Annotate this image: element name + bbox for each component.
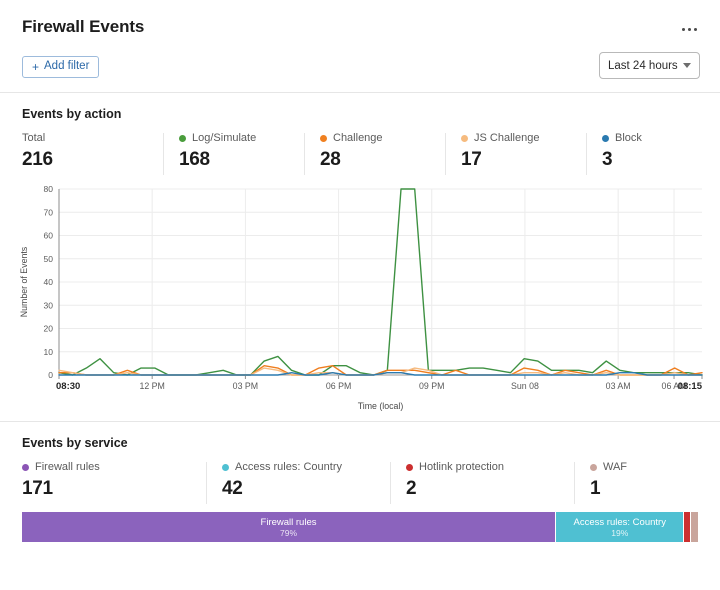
x-axis-tick-label: 08:30 — [56, 381, 80, 392]
service-stat-value: 2 — [406, 478, 417, 499]
firewall-events-page: Firewall Events + Add filter Last 24 hou… — [0, 0, 720, 590]
service-bar-segment[interactable] — [691, 512, 698, 542]
add-filter-button[interactable]: + Add filter — [22, 56, 100, 78]
legend-dot-icon — [590, 463, 597, 471]
kebab-dot — [687, 27, 691, 31]
x-axis-tick-label: 12 PM — [139, 381, 164, 391]
action-stat-label-text: Log/Simulate — [192, 132, 257, 144]
action-stat-card: Log/Simulate 168 — [163, 131, 304, 175]
x-axis-tick-label: 03 PM — [233, 381, 258, 391]
action-stat-value: 216 — [22, 149, 53, 170]
kebab-dot — [681, 27, 685, 31]
legend-dot-icon — [461, 134, 468, 142]
service-stat-label-text: WAF — [603, 461, 628, 473]
action-stat-label: Block — [602, 131, 676, 145]
more-horizontal-icon[interactable] — [678, 21, 700, 37]
action-stat-label: Log/Simulate — [179, 131, 294, 145]
service-bar-segment[interactable] — [684, 512, 692, 542]
y-axis-title: Number of Events — [19, 246, 29, 317]
x-axis-tick-label: 09 PM — [419, 381, 444, 391]
legend-dot-icon — [222, 463, 229, 471]
service-bar-segment-label: Firewall rules — [260, 516, 317, 528]
action-stat-label-text: Challenge — [333, 132, 383, 144]
y-axis-tick-label: 0 — [48, 370, 53, 380]
service-stat-card: Access rules: Country 42 — [206, 460, 390, 504]
y-axis-tick-label: 10 — [44, 347, 54, 357]
events-line-chart: 0 10 20 30 40 50 60 70 80 08:30 12 PM 03 PM 06 PM 09 … — [19, 184, 703, 411]
page-header: Firewall Events + Add filter Last 24 hou… — [0, 0, 720, 92]
y-axis-tick-label: 40 — [44, 277, 54, 287]
events-by-action-stats: Total 216 Log/Simulate 168 Challenge 28 JS Cha… — [0, 122, 720, 175]
service-stat-value: 171 — [22, 478, 53, 499]
action-stat-card: JS Challenge 17 — [445, 131, 586, 175]
service-stat-label-text: Hotlink protection — [419, 461, 504, 473]
service-distribution-bar: Firewall rules 79% Access rules: Country 19… — [22, 512, 698, 542]
action-stat-value: 17 — [461, 149, 482, 170]
action-stat-label: JS Challenge — [461, 131, 576, 145]
x-axis-tick-label: 08:15 — [678, 381, 703, 392]
legend-dot-icon — [179, 134, 186, 142]
action-stat-label-text: JS Challenge — [474, 132, 540, 144]
service-stat-card: Hotlink protection 2 — [390, 460, 574, 504]
service-stat-label-text: Firewall rules — [35, 461, 100, 473]
x-axis-tick-label: Sun 08 — [511, 381, 539, 391]
x-axis-tick-label: 06 PM — [326, 381, 351, 391]
time-range-select[interactable]: Last 24 hours — [599, 52, 700, 79]
action-stat-label: Total — [22, 131, 153, 145]
service-stat-label: WAF — [590, 460, 684, 474]
events-by-action-title: Events by action — [22, 107, 122, 121]
action-stat-value: 168 — [179, 149, 210, 170]
x-axis-tick-label: 03 AM — [606, 381, 631, 391]
y-axis-tick-label: 60 — [44, 231, 54, 241]
service-stat-label: Access rules: Country — [222, 460, 380, 474]
service-bar-segment[interactable]: Access rules: Country 19% — [556, 512, 685, 542]
add-filter-label: Add filter — [44, 60, 90, 73]
action-stat-value: 3 — [602, 149, 613, 170]
y-axis-tick-label: 50 — [44, 254, 54, 264]
plus-icon: + — [32, 60, 40, 74]
service-stat-label-text: Access rules: Country — [235, 461, 342, 473]
service-bar-segment-percent: 79% — [280, 527, 298, 538]
service-stat-card: WAF 1 — [574, 460, 694, 504]
action-stat-label-text: Total — [22, 132, 46, 144]
legend-dot-icon — [406, 463, 413, 471]
legend-dot-icon — [320, 134, 327, 142]
kebab-dot — [693, 27, 697, 31]
service-stat-label: Hotlink protection — [406, 460, 564, 474]
action-stat-label: Challenge — [320, 131, 435, 145]
service-bar-segment-percent: 19% — [611, 527, 629, 538]
service-bar-segment-label: Access rules: Country — [573, 516, 666, 528]
chevron-down-icon — [683, 63, 691, 68]
time-range-value: Last 24 hours — [608, 59, 678, 72]
legend-dot-icon — [22, 463, 29, 471]
service-distribution-wrap: Firewall rules 79% Access rules: Country 19… — [0, 504, 720, 542]
action-stat-value: 28 — [320, 149, 341, 170]
action-stat-label-text: Block — [615, 132, 642, 144]
service-bar-segment[interactable]: Firewall rules 79% — [22, 512, 557, 542]
events-by-service-stats: Firewall rules 171 Access rules: Country 42… — [0, 451, 720, 504]
action-stat-card: Challenge 28 — [304, 131, 445, 175]
y-axis-tick-label: 80 — [44, 184, 54, 194]
page-title: Firewall Events — [22, 17, 145, 36]
y-axis-tick-label: 30 — [44, 300, 54, 310]
events-by-service-title: Events by service — [22, 436, 128, 450]
y-axis-tick-label: 20 — [44, 324, 54, 334]
action-stat-card: Block 3 — [586, 131, 686, 175]
x-axis-title: Time (local) — [358, 401, 404, 411]
events-chart: 0 10 20 30 40 50 60 70 80 08:30 12 PM 03 PM 06 PM 09 … — [0, 175, 720, 415]
service-stat-label: Firewall rules — [22, 460, 196, 474]
legend-dot-icon — [602, 134, 609, 142]
service-stat-value: 1 — [590, 478, 601, 499]
service-stat-card: Firewall rules 171 — [22, 460, 206, 504]
action-stat-card: Total 216 — [22, 131, 163, 175]
y-axis-tick-label: 70 — [44, 207, 54, 217]
service-stat-value: 42 — [222, 478, 243, 499]
